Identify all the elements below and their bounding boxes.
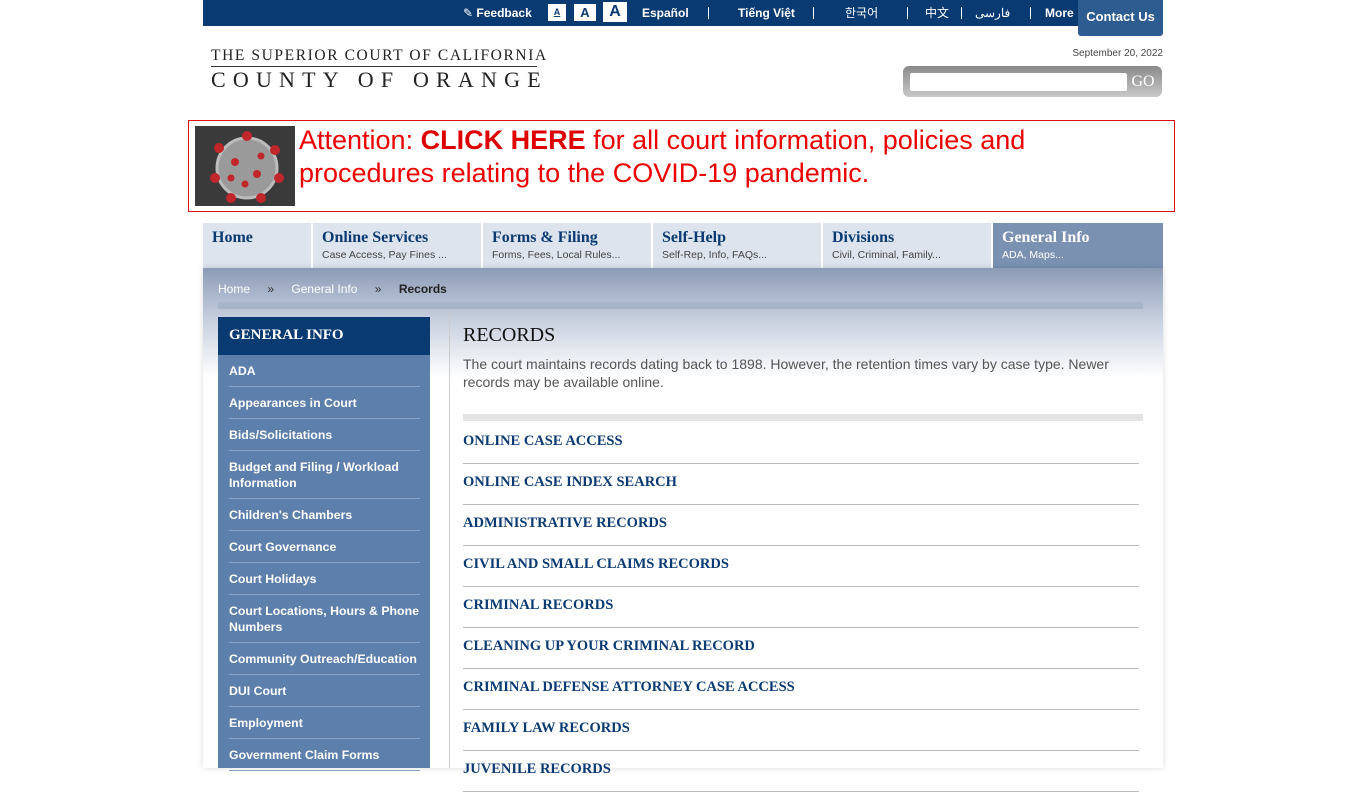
sidebar-item-claim-forms[interactable]: Government Claim Forms bbox=[229, 739, 420, 771]
page-intro: The court maintains records dating back … bbox=[463, 356, 1109, 390]
text-size-medium-button[interactable]: A bbox=[574, 4, 596, 21]
content-divider bbox=[449, 312, 450, 768]
current-date: September 20, 2022 bbox=[1072, 48, 1163, 59]
sidebar-item-appearances[interactable]: Appearances in Court bbox=[229, 387, 420, 419]
nav-tab-self-help[interactable]: Self-Help Self-Rep, Info, FAQs... bbox=[653, 223, 823, 268]
lang-vietnamese-link[interactable]: Tiếng Việt bbox=[738, 0, 795, 26]
main-nav: Home Online Services Case Access, Pay Fi… bbox=[203, 223, 1163, 268]
nav-tab-divisions[interactable]: Divisions Civil, Criminal, Family... bbox=[823, 223, 993, 268]
lang-korean-link[interactable]: 한국어 bbox=[845, 0, 878, 26]
nav-tab-title: Divisions bbox=[832, 229, 895, 246]
list-divider bbox=[463, 414, 1143, 421]
covid-alert-text: Attention: CLICK HERE for all court info… bbox=[299, 124, 1159, 190]
separator bbox=[907, 7, 908, 19]
separator bbox=[813, 7, 814, 19]
covid-alert-prefix: Attention: bbox=[299, 125, 421, 155]
nav-tab-subtitle: Case Access, Pay Fines ... bbox=[322, 249, 447, 261]
coronavirus-image bbox=[195, 126, 295, 206]
nav-tab-subtitle: Civil, Criminal, Family... bbox=[832, 249, 941, 261]
feedback-link[interactable]: ✎ Feedback bbox=[463, 0, 532, 26]
breadcrumb-home-link[interactable]: Home bbox=[218, 282, 250, 296]
nav-tab-title: Home bbox=[212, 229, 253, 246]
pencil-icon: ✎ bbox=[463, 6, 474, 20]
page-title: RECORDS bbox=[463, 324, 556, 346]
nav-tab-subtitle: Forms, Fees, Local Rules... bbox=[492, 249, 621, 261]
nav-tab-title: General Info bbox=[1002, 229, 1090, 246]
sidebar-item-employment[interactable]: Employment bbox=[229, 707, 420, 739]
sidebar-item-court-holidays[interactable]: Court Holidays bbox=[229, 563, 420, 595]
records-link-online-case-access[interactable]: ONLINE CASE ACCESS bbox=[463, 423, 1139, 464]
contact-us-button[interactable]: Contact Us bbox=[1078, 0, 1163, 36]
sidebar-item-bids[interactable]: Bids/Solicitations bbox=[229, 419, 420, 451]
covid-click-here-link[interactable]: CLICK HERE bbox=[421, 125, 586, 155]
records-link-family-law[interactable]: FAMILY LAW RECORDS bbox=[463, 710, 1139, 751]
logo-title-line1[interactable]: THE SUPERIOR COURT OF CALIFORNIA bbox=[211, 47, 546, 65]
records-link-cleaning-up-record[interactable]: CLEANING UP YOUR CRIMINAL RECORD bbox=[463, 628, 1139, 669]
breadcrumb-divider bbox=[218, 302, 1143, 309]
nav-tab-title: Online Services bbox=[322, 229, 429, 246]
nav-tab-general-info[interactable]: General Info ADA, Maps... bbox=[993, 223, 1163, 268]
breadcrumb-separator: » bbox=[374, 282, 382, 296]
sidebar-item-court-locations[interactable]: Court Locations, Hours & Phone Numbers bbox=[229, 595, 420, 643]
lang-spanish-link[interactable]: Español bbox=[642, 0, 689, 26]
separator bbox=[708, 7, 709, 19]
lang-chinese-link[interactable]: 中文 bbox=[925, 0, 949, 26]
sidebar-item-childrens-chambers[interactable]: Children's Chambers bbox=[229, 499, 420, 531]
records-link-civil-small-claims[interactable]: CIVIL AND SMALL CLAIMS RECORDS bbox=[463, 546, 1139, 587]
sidebar-item-community-outreach[interactable]: Community Outreach/Education bbox=[229, 643, 420, 675]
sidebar-item-dui-court[interactable]: DUI Court bbox=[229, 675, 420, 707]
search-box: GO bbox=[903, 66, 1162, 97]
covid-alert-banner[interactable]: Attention: CLICK HERE for all court info… bbox=[188, 120, 1175, 212]
breadcrumb: Home » General Info » Records bbox=[218, 282, 461, 296]
nav-tab-online-services[interactable]: Online Services Case Access, Pay Fines .… bbox=[313, 223, 483, 268]
breadcrumb-general-info-link[interactable]: General Info bbox=[291, 282, 357, 296]
nav-tab-subtitle: ADA, Maps... bbox=[1002, 249, 1064, 261]
records-link-juvenile[interactable]: JUVENILE RECORDS bbox=[463, 751, 1139, 792]
more-languages-link[interactable]: More bbox=[1045, 0, 1074, 26]
feedback-label: Feedback bbox=[476, 6, 532, 20]
records-link-case-index-search[interactable]: ONLINE CASE INDEX SEARCH bbox=[463, 464, 1139, 505]
sidebar-title: GENERAL INFO bbox=[218, 317, 430, 355]
nav-tab-home[interactable]: Home bbox=[203, 223, 313, 268]
breadcrumb-separator: » bbox=[267, 282, 275, 296]
lang-farsi-link[interactable]: فارسی bbox=[975, 0, 1010, 26]
nav-tab-title: Forms & Filing bbox=[492, 229, 598, 246]
search-input[interactable] bbox=[910, 73, 1127, 91]
separator bbox=[961, 7, 962, 19]
sidebar-item-ada[interactable]: ADA bbox=[229, 355, 420, 387]
sidebar: GENERAL INFO ADA Appearances in Court Bi… bbox=[218, 317, 430, 771]
nav-tab-forms-filing[interactable]: Forms & Filing Forms, Fees, Local Rules.… bbox=[483, 223, 653, 268]
sidebar-item-budget[interactable]: Budget and Filing / Workload Information bbox=[229, 451, 420, 499]
text-size-large-button[interactable]: A bbox=[603, 2, 627, 22]
text-size-small-button[interactable]: A bbox=[548, 4, 566, 21]
utility-bar: ✎ Feedback A A A Español Tiếng Việt 한국어 … bbox=[203, 0, 1163, 26]
sidebar-item-court-governance[interactable]: Court Governance bbox=[229, 531, 420, 563]
records-link-criminal[interactable]: CRIMINAL RECORDS bbox=[463, 587, 1139, 628]
logo-title-line2[interactable]: COUNTY OF ORANGE bbox=[211, 67, 541, 93]
nav-tab-title: Self-Help bbox=[662, 229, 726, 246]
records-link-administrative[interactable]: ADMINISTRATIVE RECORDS bbox=[463, 505, 1139, 546]
search-go-button[interactable]: GO bbox=[1127, 70, 1159, 94]
nav-tab-subtitle: Self-Rep, Info, FAQs... bbox=[662, 249, 768, 261]
records-link-defense-attorney[interactable]: CRIMINAL DEFENSE ATTORNEY CASE ACCESS bbox=[463, 669, 1139, 710]
breadcrumb-current: Records bbox=[398, 282, 447, 296]
separator bbox=[1030, 7, 1031, 19]
